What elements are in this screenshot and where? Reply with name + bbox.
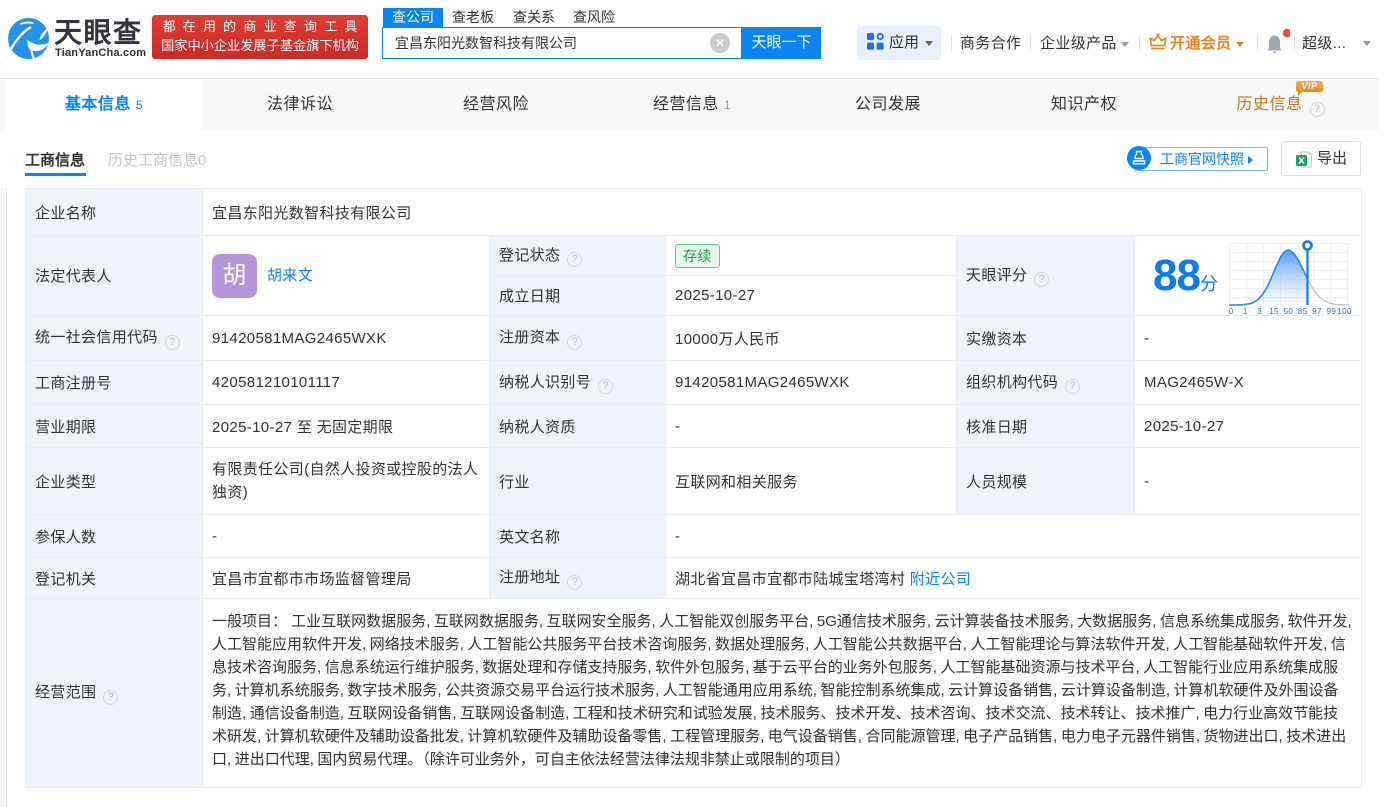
svg-text:1: 1 [1243, 307, 1248, 316]
svg-text:15: 15 [1269, 307, 1279, 316]
svg-text:97: 97 [1312, 307, 1322, 316]
svg-text:100: 100 [1337, 307, 1352, 316]
svg-text:99: 99 [1327, 307, 1337, 316]
svg-text:50: 50 [1284, 307, 1294, 316]
svg-text:85: 85 [1298, 307, 1308, 316]
svg-text:3: 3 [1257, 307, 1262, 316]
svg-text:0: 0 [1229, 307, 1234, 316]
